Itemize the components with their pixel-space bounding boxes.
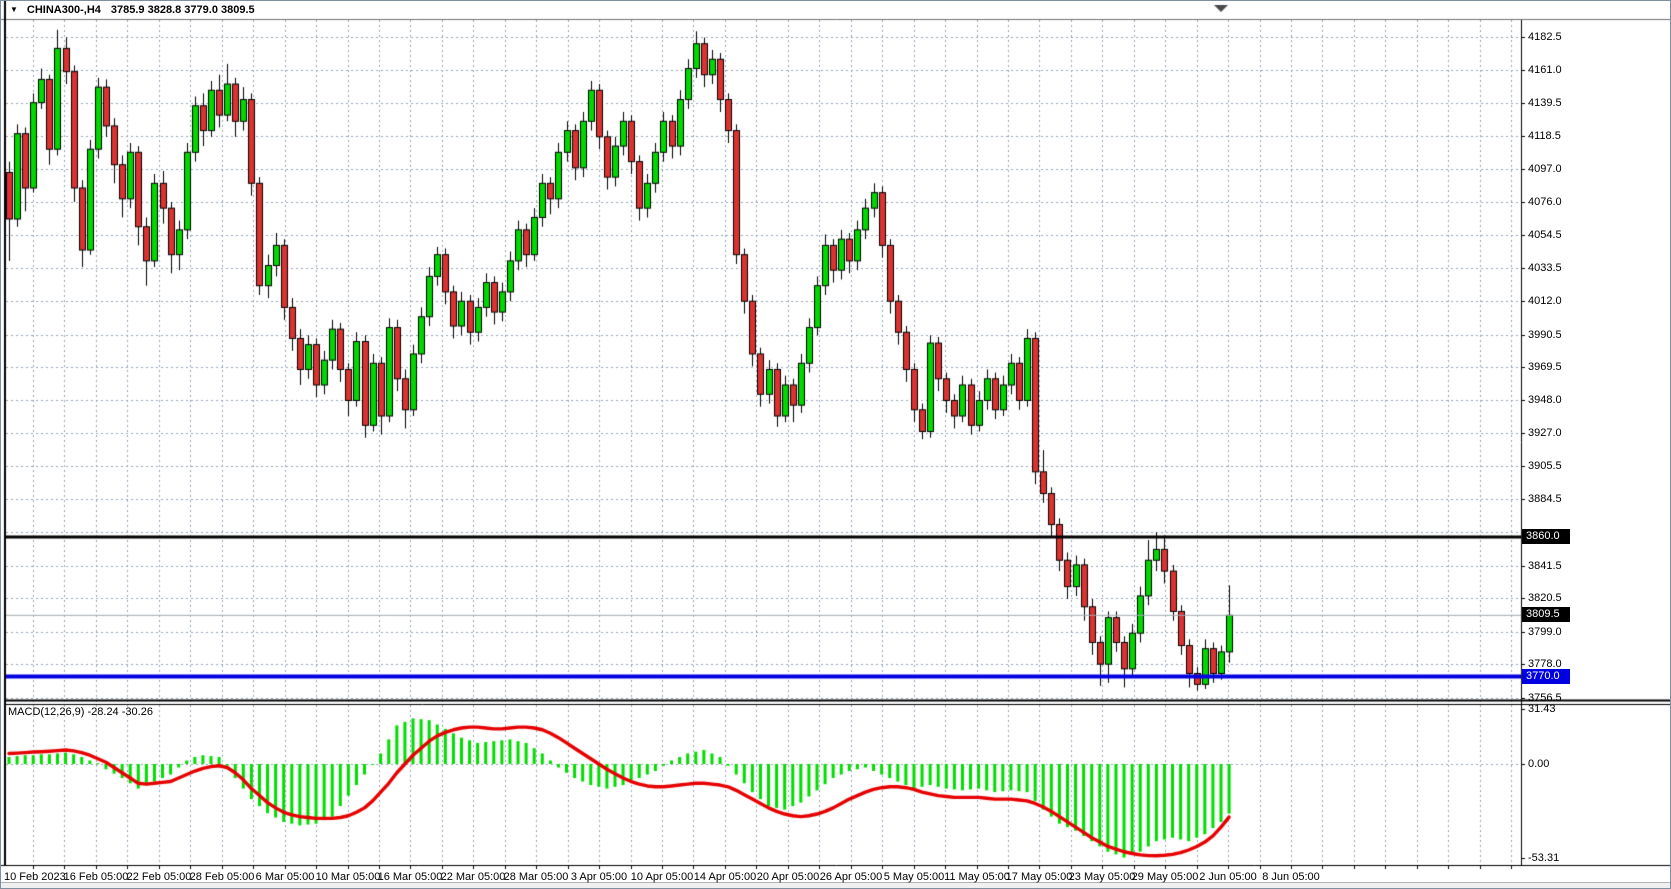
price-axis-label: 4118.5 bbox=[1528, 129, 1561, 143]
macd-indicator-label: MACD(12,26,9) -28.24 -30.26 bbox=[8, 706, 153, 718]
price-axis-label: 3969.5 bbox=[1528, 360, 1562, 374]
macd-axis-label: 31.43 bbox=[1528, 702, 1556, 716]
time-axis-label: 28 Feb 05:00 bbox=[190, 870, 255, 884]
time-axis-label: 26 Apr 05:00 bbox=[820, 870, 882, 884]
time-axis-label: 28 Mar 05:00 bbox=[504, 870, 569, 884]
chart-header: ▼ CHINA300-,H4 3785.9 3828.8 3779.0 3809… bbox=[1, 1, 1670, 19]
price-axis-label: 4012.0 bbox=[1528, 294, 1562, 308]
price-axis-label: 4161.0 bbox=[1528, 63, 1562, 77]
time-axis-label: 22 Mar 05:00 bbox=[441, 870, 506, 884]
time-axis-label: 6 Mar 05:00 bbox=[256, 870, 315, 884]
macd-value: -28.24 bbox=[87, 706, 118, 718]
price-axis-label: 3905.5 bbox=[1528, 459, 1562, 473]
time-axis-label: 16 Feb 05:00 bbox=[64, 870, 129, 884]
time-axis-label: 10 Mar 05:00 bbox=[316, 870, 381, 884]
price-tag-support: 3770.0 bbox=[1522, 669, 1570, 684]
macd-name: MACD(12,26,9) bbox=[8, 706, 84, 718]
macd-axis-label: 0.00 bbox=[1528, 757, 1549, 771]
chart-window: ▼ CHINA300-,H4 3785.9 3828.8 3779.0 3809… bbox=[0, 0, 1671, 889]
price-tag-resistance: 3860.0 bbox=[1522, 529, 1570, 544]
price-axis-label: 3841.5 bbox=[1528, 559, 1562, 573]
time-axis-label: 11 May 05:00 bbox=[944, 870, 1010, 884]
price-axis-label: 4076.0 bbox=[1528, 195, 1562, 209]
ohlc-readout: 3785.9 3828.8 3779.0 3809.5 bbox=[111, 4, 255, 16]
price-axis-label: 3799.0 bbox=[1528, 625, 1562, 639]
time-axis-label: 16 Mar 05:00 bbox=[378, 870, 443, 884]
time-axis-label: 3 Apr 05:00 bbox=[571, 870, 627, 884]
chart-canvas[interactable] bbox=[1, 1, 1671, 889]
time-axis-label: 14 Apr 05:00 bbox=[694, 870, 756, 884]
time-axis-label: 29 May 05:00 bbox=[1132, 870, 1199, 884]
price-axis-label: 4097.0 bbox=[1528, 162, 1562, 176]
macd-signal-value: -30.26 bbox=[122, 706, 153, 718]
time-axis-label: 2 Jun 05:00 bbox=[1199, 870, 1257, 884]
price-axis-label: 3820.5 bbox=[1528, 591, 1562, 605]
time-axis-label: 10 Apr 05:00 bbox=[631, 870, 693, 884]
price-axis-label: 3884.5 bbox=[1528, 492, 1562, 506]
price-axis-label: 3990.5 bbox=[1528, 328, 1562, 342]
macd-axis-label: -53.31 bbox=[1528, 851, 1559, 865]
time-axis-label: 23 May 05:00 bbox=[1069, 870, 1136, 884]
price-axis-label: 4182.5 bbox=[1528, 30, 1562, 44]
dropdown-arrow-icon[interactable]: ▼ bbox=[10, 1, 18, 19]
price-axis-label: 4139.5 bbox=[1528, 96, 1562, 110]
symbol-timeframe-title: CHINA300-,H4 bbox=[27, 4, 101, 16]
time-axis-label: 5 May 05:00 bbox=[884, 870, 945, 884]
time-axis-label: 17 May 05:00 bbox=[1006, 870, 1073, 884]
time-axis-label: 20 Apr 05:00 bbox=[757, 870, 819, 884]
price-axis-label: 3927.0 bbox=[1528, 426, 1562, 440]
price-axis-label: 3948.0 bbox=[1528, 393, 1562, 407]
price-axis-label: 4033.5 bbox=[1528, 261, 1562, 275]
price-axis-label: 4054.5 bbox=[1528, 228, 1562, 242]
time-axis-label: 8 Jun 05:00 bbox=[1262, 870, 1320, 884]
time-axis-label: 22 Feb 05:00 bbox=[127, 870, 192, 884]
time-axis-label: 10 Feb 2023 bbox=[4, 870, 66, 884]
price-tag-current: 3809.5 bbox=[1522, 607, 1570, 622]
